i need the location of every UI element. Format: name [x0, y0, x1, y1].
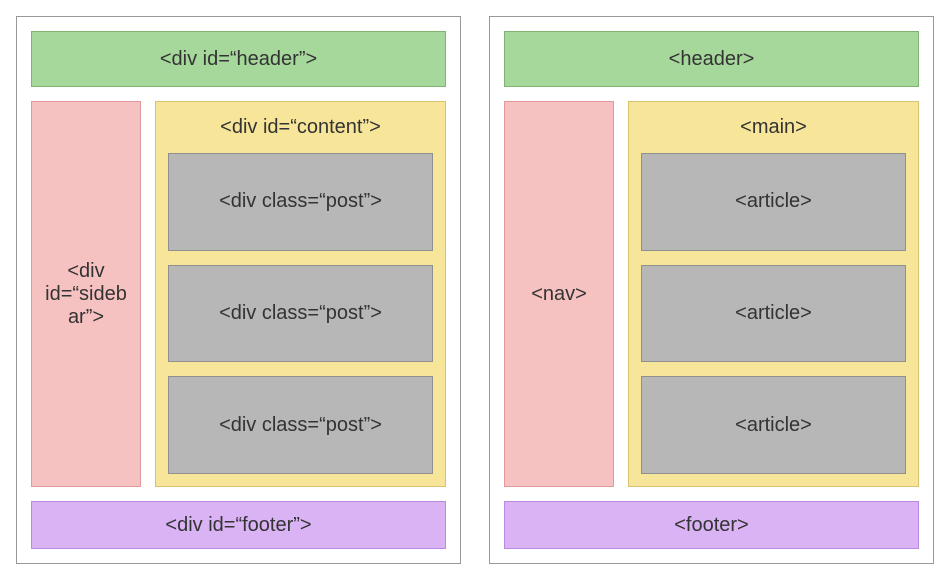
- header-box-right: <header>: [504, 31, 919, 87]
- header-label-right: <header>: [669, 48, 755, 71]
- posts-right: <article> <article> <article>: [641, 153, 906, 474]
- sidebar-box-left: <div id=“sidebar”>: [31, 101, 141, 487]
- middle-row-left: <div id=“sidebar”> <div id=“content”> <d…: [31, 101, 446, 487]
- post-box: <article>: [641, 153, 906, 251]
- sidebar-box-right: <nav>: [504, 101, 614, 487]
- layout-semantic: <header> <nav> <main> <article> <article…: [489, 16, 934, 564]
- post-box: <div class=“post”>: [168, 265, 433, 363]
- post-box: <article>: [641, 265, 906, 363]
- post-label: <article>: [735, 190, 812, 213]
- content-box-right: <main> <article> <article> <article>: [628, 101, 919, 487]
- post-box: <div class=“post”>: [168, 376, 433, 474]
- content-box-left: <div id=“content”> <div class=“post”> <d…: [155, 101, 446, 487]
- post-box: <div class=“post”>: [168, 153, 433, 251]
- sidebar-label-right: <nav>: [531, 283, 587, 306]
- content-label-left: <div id=“content”>: [168, 112, 433, 141]
- middle-row-right: <nav> <main> <article> <article> <articl…: [504, 101, 919, 487]
- post-label: <div class=“post”>: [219, 414, 382, 437]
- post-box: <article>: [641, 376, 906, 474]
- header-box-left: <div id=“header”>: [31, 31, 446, 87]
- layout-div-based: <div id=“header”> <div id=“sidebar”> <di…: [16, 16, 461, 564]
- post-label: <div class=“post”>: [219, 302, 382, 325]
- footer-box-left: <div id=“footer”>: [31, 501, 446, 549]
- footer-box-right: <footer>: [504, 501, 919, 549]
- footer-label-right: <footer>: [674, 514, 749, 537]
- post-label: <article>: [735, 302, 812, 325]
- posts-left: <div class=“post”> <div class=“post”> <d…: [168, 153, 433, 474]
- footer-label-left: <div id=“footer”>: [165, 514, 311, 537]
- post-label: <article>: [735, 414, 812, 437]
- diagram-stage: <div id=“header”> <div id=“sidebar”> <di…: [0, 0, 950, 580]
- content-label-right: <main>: [641, 112, 906, 141]
- post-label: <div class=“post”>: [219, 190, 382, 213]
- sidebar-label-left: <div id=“sidebar”>: [40, 260, 132, 329]
- header-label-left: <div id=“header”>: [160, 48, 317, 71]
